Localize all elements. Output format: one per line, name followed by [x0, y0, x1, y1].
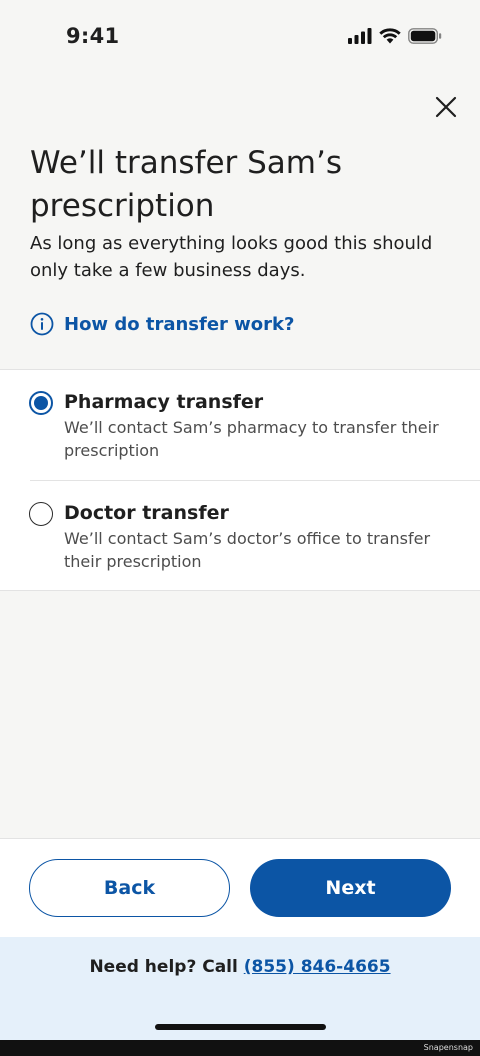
status-time: 9:41	[66, 24, 120, 48]
help-footer-text: Need help? Call (855) 846-4665	[0, 957, 480, 977]
home-indicator	[155, 1024, 326, 1030]
close-button[interactable]	[426, 90, 466, 124]
status-icons	[348, 28, 442, 44]
option-description: We’ll contact Sam’s pharmacy to transfer…	[64, 418, 439, 460]
wifi-icon	[379, 28, 401, 44]
page-subtitle: As long as everything looks good this sh…	[30, 233, 433, 281]
battery-icon	[408, 28, 442, 44]
close-icon	[435, 96, 457, 118]
cellular-signal-icon	[348, 28, 372, 44]
transfer-options: Pharmacy transfer We’ll contact Sam’s ph…	[0, 369, 480, 591]
watermark-bar: Snapensnap	[0, 1040, 480, 1056]
option-title: Doctor transfer	[64, 502, 229, 524]
help-link-label: How do transfer work?	[64, 313, 295, 335]
back-button[interactable]: Back	[29, 859, 230, 917]
option-doctor-transfer[interactable]: Doctor transfer We’ll contact Sam’s doct…	[0, 481, 480, 591]
watermark: Snapensnap	[423, 1043, 473, 1052]
option-title: Pharmacy transfer	[64, 391, 264, 413]
status-bar: 9:41	[0, 0, 480, 72]
page-title: We’ll transfer Sam’s prescription	[30, 145, 342, 224]
option-pharmacy-transfer[interactable]: Pharmacy transfer We’ll contact Sam’s ph…	[0, 370, 480, 480]
phone-link[interactable]: (855) 846-4665	[244, 957, 391, 977]
help-prefix: Need help? Call	[89, 957, 244, 977]
option-description: We’ll contact Sam’s doctor’s office to t…	[64, 529, 431, 571]
action-bar: Back Next	[0, 838, 480, 937]
info-icon	[30, 312, 54, 336]
doctor-transfer-radio[interactable]	[29, 502, 53, 526]
how-transfer-works-link[interactable]: How do transfer work?	[30, 312, 294, 336]
next-button[interactable]: Next	[250, 859, 451, 917]
pharmacy-transfer-radio[interactable]	[29, 391, 53, 415]
